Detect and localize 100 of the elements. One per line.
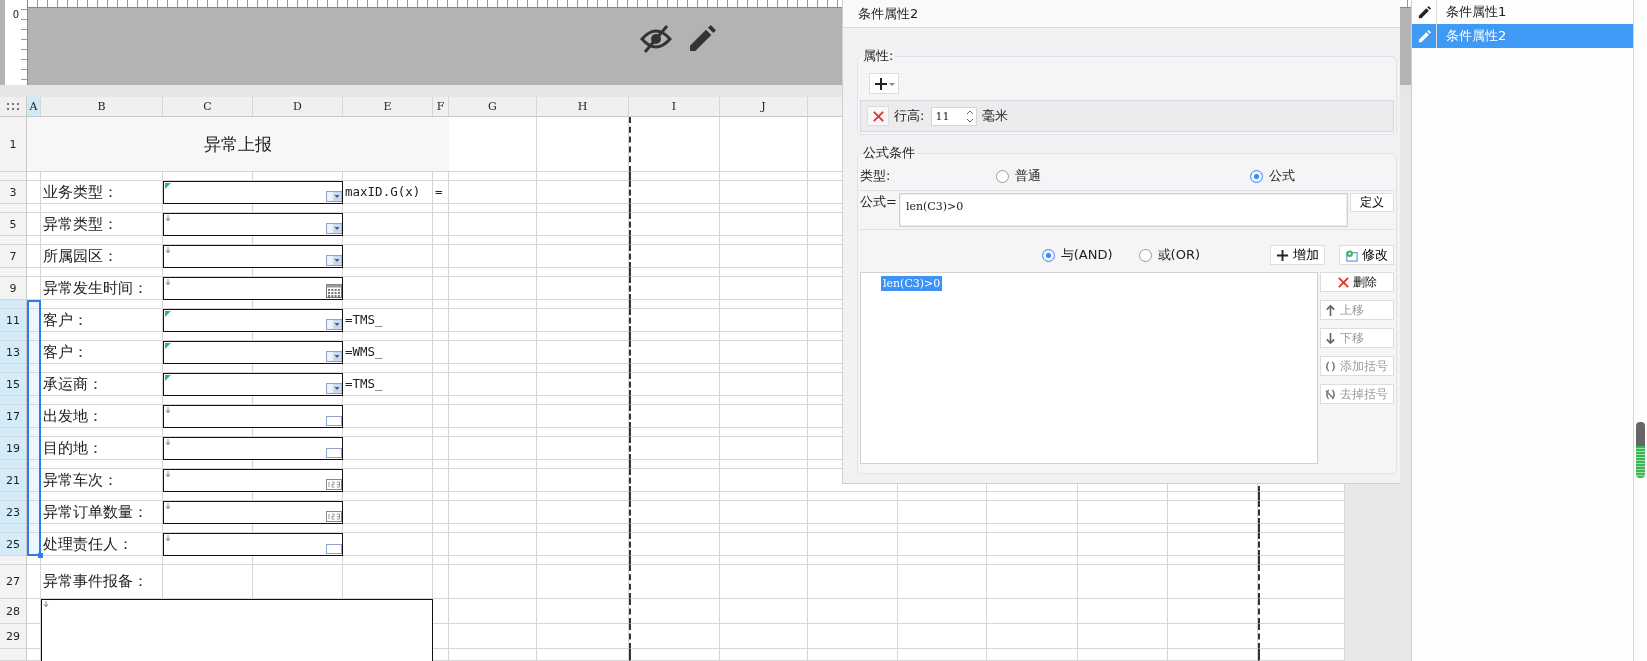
sheet-cell[interactable] bbox=[720, 501, 808, 524]
sheet-cell[interactable] bbox=[41, 268, 163, 277]
sheet-cell[interactable] bbox=[808, 649, 898, 661]
sheet-cell[interactable] bbox=[898, 624, 987, 649]
sheet-cell[interactable] bbox=[898, 524, 987, 533]
sheet-cell[interactable] bbox=[449, 364, 537, 373]
sheet-cell[interactable] bbox=[343, 405, 433, 428]
radio-label[interactable]: 普通 bbox=[1015, 167, 1041, 185]
sheet-cell[interactable] bbox=[253, 460, 343, 469]
sheet-cell[interactable] bbox=[629, 492, 720, 501]
sheet-cell[interactable] bbox=[808, 599, 898, 624]
sheet-cell[interactable] bbox=[449, 213, 537, 236]
sheet-cell[interactable] bbox=[27, 277, 41, 300]
sheet-cell[interactable] bbox=[537, 533, 629, 556]
sheet-cell[interactable] bbox=[537, 501, 629, 524]
column-header[interactable]: D bbox=[253, 97, 343, 117]
sheet-cell[interactable] bbox=[808, 556, 898, 565]
sheet-cell[interactable] bbox=[720, 117, 808, 172]
sheet-cell[interactable] bbox=[433, 204, 449, 213]
row-header[interactable]: 25 bbox=[0, 533, 27, 556]
sheet-cell[interactable] bbox=[449, 236, 537, 245]
sheet-cell[interactable] bbox=[163, 332, 253, 341]
sheet-cell[interactable] bbox=[449, 332, 537, 341]
dropdown-icon[interactable] bbox=[326, 254, 342, 266]
sheet-cell[interactable] bbox=[720, 236, 808, 245]
sheet-cell[interactable] bbox=[720, 300, 808, 309]
sheet-cell[interactable] bbox=[449, 565, 537, 599]
sheet-cell[interactable] bbox=[987, 501, 1078, 524]
sheet-cell[interactable] bbox=[629, 268, 720, 277]
sheet-cell[interactable] bbox=[163, 460, 253, 469]
sheet-cell[interactable] bbox=[433, 268, 449, 277]
form-input-field[interactable] bbox=[163, 213, 343, 236]
sheet-cell[interactable] bbox=[433, 172, 449, 181]
sheet-cell[interactable] bbox=[163, 524, 253, 533]
form-input-field[interactable] bbox=[163, 469, 343, 492]
sheet-cell[interactable] bbox=[27, 204, 41, 213]
sheet-cell[interactable] bbox=[629, 213, 720, 236]
sheet-cell[interactable] bbox=[449, 405, 537, 428]
row-header[interactable]: 7 bbox=[0, 245, 27, 268]
sheet-cell[interactable] bbox=[41, 300, 163, 309]
sheet-cell[interactable] bbox=[433, 236, 449, 245]
sheet-cell[interactable] bbox=[433, 373, 449, 396]
sheet-cell[interactable] bbox=[720, 469, 808, 492]
sheet-cell[interactable] bbox=[629, 373, 720, 396]
sheet-cell[interactable] bbox=[253, 172, 343, 181]
sheet-cell[interactable] bbox=[629, 501, 720, 524]
sheet-cell[interactable] bbox=[720, 624, 808, 649]
sheet-cell[interactable] bbox=[537, 204, 629, 213]
sheet-cell[interactable] bbox=[629, 332, 720, 341]
sheet-cell[interactable] bbox=[433, 277, 449, 300]
sheet-cell[interactable] bbox=[449, 373, 537, 396]
sheet-cell[interactable] bbox=[343, 460, 433, 469]
sheet-cell[interactable] bbox=[629, 245, 720, 268]
sheet-cell[interactable] bbox=[720, 373, 808, 396]
sheet-cell[interactable] bbox=[343, 533, 433, 556]
sheet-cell[interactable] bbox=[629, 204, 720, 213]
sheet-cell[interactable] bbox=[720, 428, 808, 437]
sheet-cell[interactable] bbox=[343, 524, 433, 533]
sheet-cell[interactable] bbox=[720, 364, 808, 373]
sheet-cell[interactable] bbox=[1258, 624, 1345, 649]
sheet-cell[interactable] bbox=[449, 556, 537, 565]
sheet-cell[interactable] bbox=[898, 492, 987, 501]
sheet-cell[interactable] bbox=[433, 428, 449, 437]
sheet-cell[interactable] bbox=[720, 245, 808, 268]
sheet-cell[interactable] bbox=[1258, 649, 1345, 661]
sheet-cell[interactable] bbox=[343, 437, 433, 460]
sheet-cell[interactable] bbox=[537, 405, 629, 428]
sheet-cell[interactable] bbox=[1258, 556, 1345, 565]
sheet-cell[interactable] bbox=[41, 492, 163, 501]
sheet-cell[interactable] bbox=[720, 405, 808, 428]
sheet-cell[interactable] bbox=[253, 236, 343, 245]
sheet-cell[interactable] bbox=[433, 309, 449, 332]
row-header[interactable]: 9 bbox=[0, 277, 27, 300]
sheet-cell[interactable] bbox=[163, 300, 253, 309]
sheet-cell[interactable] bbox=[343, 428, 433, 437]
form-input-field[interactable] bbox=[163, 245, 343, 268]
sheet-cell[interactable] bbox=[27, 245, 41, 268]
sheet-cell[interactable] bbox=[720, 460, 808, 469]
sheet-cell[interactable] bbox=[253, 332, 343, 341]
sheet-cell[interactable] bbox=[41, 364, 163, 373]
sheet-cell[interactable] bbox=[629, 364, 720, 373]
sheet-cell[interactable] bbox=[343, 469, 433, 492]
sheet-cell[interactable] bbox=[27, 565, 41, 599]
sheet-cell[interactable] bbox=[1078, 599, 1168, 624]
sheet-cell[interactable] bbox=[537, 309, 629, 332]
row-header[interactable]: 28 bbox=[0, 599, 27, 624]
sheet-cell[interactable] bbox=[449, 300, 537, 309]
sheet-cell[interactable] bbox=[720, 533, 808, 556]
sheet-cell[interactable] bbox=[343, 332, 433, 341]
add-button[interactable]: 增加 bbox=[1270, 245, 1325, 265]
sheet-cell[interactable] bbox=[449, 341, 537, 364]
sheet-cell[interactable] bbox=[253, 565, 343, 599]
sheet-cell[interactable] bbox=[163, 492, 253, 501]
sheet-cell[interactable] bbox=[537, 172, 629, 181]
sheet-cell[interactable] bbox=[343, 172, 433, 181]
sheet-cell[interactable] bbox=[987, 565, 1078, 599]
row-header[interactable]: 3 bbox=[0, 181, 27, 204]
dropdown-icon[interactable] bbox=[326, 350, 342, 362]
sheet-cell[interactable] bbox=[449, 181, 537, 204]
sheet-cell[interactable] bbox=[433, 437, 449, 460]
